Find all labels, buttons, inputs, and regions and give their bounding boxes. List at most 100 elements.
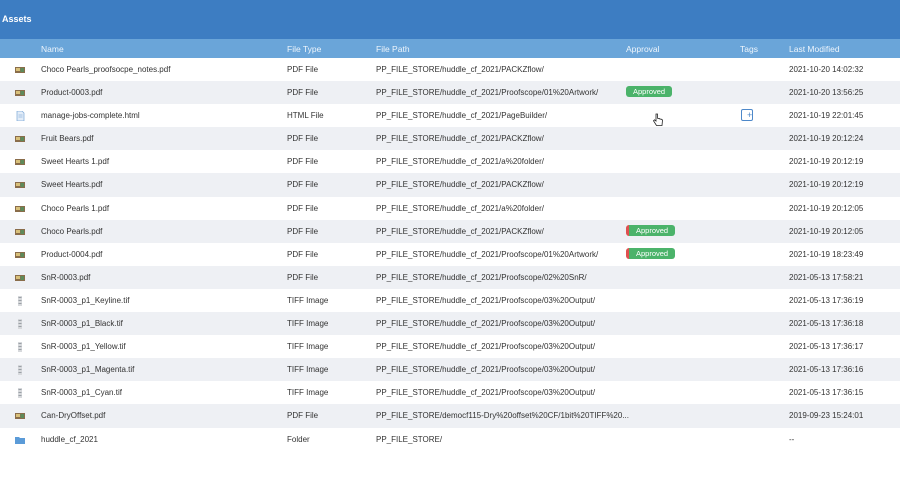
asset-name[interactable]: Choco Pearls.pdf bbox=[41, 227, 102, 236]
asset-name[interactable]: manage-jobs-complete.html bbox=[41, 111, 140, 120]
table-row[interactable]: SnR-0003.pdf PDF File PP_FILE_STORE/huddle… bbox=[0, 265, 900, 289]
asset-file-type: PDF File bbox=[287, 65, 319, 74]
table-row[interactable]: Product-0003.pdf PDF File PP_FILE_STORE/hu… bbox=[0, 81, 900, 105]
asset-name[interactable]: SnR-0003.pdf bbox=[41, 273, 90, 282]
column-header-tags[interactable]: Tags bbox=[740, 44, 758, 54]
asset-name[interactable]: Product-0003.pdf bbox=[41, 88, 102, 97]
asset-file-path: PP_FILE_STORE/huddle_cf_2021/PACKZflow/ bbox=[376, 134, 544, 144]
asset-name[interactable]: huddle_cf_2021 bbox=[41, 435, 98, 444]
asset-last-modified: 2021-05-13 17:36:18 bbox=[789, 319, 864, 329]
asset-file-path: PP_FILE_STORE/huddle_cf_2021/PACKZflow/ bbox=[376, 180, 544, 190]
column-header-name[interactable]: Name bbox=[41, 44, 64, 54]
asset-file-type: PDF File bbox=[287, 272, 319, 282]
plus-icon: + bbox=[747, 110, 753, 121]
asset-name[interactable]: SnR-0003_p1_Magenta.tif bbox=[41, 365, 134, 374]
asset-last-modified: 2021-10-19 20:12:19 bbox=[789, 180, 864, 190]
asset-file-path: PP_FILE_STORE/huddle_cf_2021/Proofscope/… bbox=[376, 388, 596, 398]
asset-file-type: PDF File bbox=[287, 157, 319, 167]
folder-icon bbox=[15, 435, 25, 445]
pdf-thumbnail-icon bbox=[15, 157, 25, 167]
add-tag-button[interactable]: + bbox=[741, 109, 753, 122]
asset-name[interactable]: Choco Pearls_proofsocpe_notes.pdf bbox=[41, 65, 170, 74]
asset-file-path: PP_FILE_STORE/huddle_cf_2021/PageBuilder… bbox=[376, 111, 548, 121]
tiff-thumbnail-icon bbox=[15, 365, 25, 376]
asset-name[interactable]: SnR-0003_p1_Cyan.tif bbox=[41, 388, 122, 397]
table-row[interactable]: SnR-0003_p1_Cyan.tif TIFF Image PP_FILE_ST… bbox=[0, 381, 900, 404]
asset-last-modified: 2021-10-19 18:23:49 bbox=[789, 249, 864, 259]
asset-file-path: PP_FILE_STORE/huddle_cf_2021/PACKZflow/ bbox=[376, 65, 544, 74]
approval-status-badge: Approved bbox=[626, 224, 676, 236]
asset-file-type: TIFF Image bbox=[287, 295, 329, 305]
asset-file-type: PDF File bbox=[287, 180, 319, 190]
asset-name[interactable]: SnR-0003_p1_Keyline.tif bbox=[41, 296, 130, 305]
table-row[interactable]: SnR-0003_p1_Yellow.tif TIFF Image PP_FILE_… bbox=[0, 335, 900, 358]
table-row[interactable]: SnR-0003_p1_Keyline.tif TIFF Image PP_FILE… bbox=[0, 289, 900, 312]
pdf-thumbnail-icon bbox=[15, 204, 25, 214]
pdf-thumbnail-icon bbox=[15, 88, 25, 98]
column-header-approval[interactable]: Approval bbox=[626, 44, 660, 54]
asset-file-type: PDF File bbox=[287, 226, 319, 236]
asset-name[interactable]: Product-0004.pdf bbox=[41, 250, 102, 259]
table-row[interactable]: huddle_cf_2021 Folder PP_FILE_STORE/ -- bbox=[0, 428, 900, 451]
table-row[interactable]: manage-jobs-complete.html HTML File PP_FIL… bbox=[0, 104, 900, 127]
asset-file-path: PP_FILE_STORE/democf115-Dry%20offset%20C… bbox=[376, 411, 629, 421]
asset-file-type: PDF File bbox=[287, 134, 319, 144]
asset-file-path: PP_FILE_STORE/huddle_cf_2021/a%20folder/ bbox=[376, 157, 544, 167]
asset-name[interactable]: Can-DryOffset.pdf bbox=[41, 411, 105, 420]
asset-file-path: PP_FILE_STORE/huddle_cf_2021/Proofscope/… bbox=[376, 249, 599, 259]
column-header-last-modified[interactable]: Last Modified bbox=[789, 44, 840, 54]
asset-file-type: PDF File bbox=[287, 411, 319, 421]
table-row[interactable]: Can-DryOffset.pdf PDF File PP_FILE_STORE/d… bbox=[0, 404, 900, 428]
asset-name[interactable]: SnR-0003_p1_Yellow.tif bbox=[41, 342, 126, 351]
asset-last-modified: 2021-10-20 13:56:25 bbox=[789, 88, 864, 98]
asset-file-type: TIFF Image bbox=[287, 365, 329, 375]
asset-last-modified: 2021-05-13 17:36:17 bbox=[789, 342, 864, 352]
table-row[interactable]: Sweet Hearts.pdf PDF File PP_FILE_STORE/hu… bbox=[0, 173, 900, 197]
asset-name[interactable]: Choco Pearls 1.pdf bbox=[41, 204, 109, 213]
approval-status-badge: Approved bbox=[626, 86, 673, 98]
asset-file-path: PP_FILE_STORE/huddle_cf_2021/a%20folder/ bbox=[376, 203, 544, 213]
asset-last-modified: 2019-09-23 15:24:01 bbox=[789, 411, 864, 421]
asset-last-modified: 2021-10-19 20:12:19 bbox=[789, 157, 864, 167]
asset-file-type: TIFF Image bbox=[287, 342, 329, 352]
asset-name[interactable]: Fruit Bears.pdf bbox=[41, 134, 93, 143]
pdf-thumbnail-icon bbox=[15, 134, 25, 144]
tiff-thumbnail-icon bbox=[15, 388, 25, 399]
asset-last-modified: 2021-10-20 14:02:32 bbox=[789, 65, 864, 74]
table-row[interactable]: SnR-0003_p1_Magenta.tif TIFF Image PP_FILE… bbox=[0, 358, 900, 382]
asset-file-path: PP_FILE_STORE/huddle_cf_2021/Proofscope/… bbox=[376, 319, 596, 329]
page-title: Assets bbox=[2, 14, 32, 24]
asset-file-path: PP_FILE_STORE/huddle_cf_2021/Proofscope/… bbox=[376, 88, 599, 98]
asset-last-modified: 2021-05-13 17:58:21 bbox=[789, 272, 864, 282]
tiff-thumbnail-icon bbox=[15, 295, 25, 306]
column-header-file-path[interactable]: File Path bbox=[376, 44, 410, 54]
pdf-thumbnail-icon bbox=[15, 250, 25, 260]
asset-file-path: PP_FILE_STORE/huddle_cf_2021/Proofscope/… bbox=[376, 365, 596, 375]
asset-last-modified: 2021-05-13 17:36:15 bbox=[789, 388, 864, 398]
table-row[interactable]: Fruit Bears.pdf PDF File PP_FILE_STORE/hud… bbox=[0, 127, 900, 151]
table-header: Name File Type File Path Approval Tags L… bbox=[0, 39, 900, 58]
asset-last-modified: 2021-10-19 20:12:05 bbox=[789, 203, 864, 213]
asset-name[interactable]: SnR-0003_p1_Black.tif bbox=[41, 319, 123, 328]
asset-file-type: PDF File bbox=[287, 88, 319, 98]
tiff-thumbnail-icon bbox=[15, 342, 25, 353]
asset-name[interactable]: Sweet Hearts.pdf bbox=[41, 180, 102, 189]
asset-file-type: PDF File bbox=[287, 249, 319, 259]
pdf-thumbnail-icon bbox=[15, 65, 25, 75]
asset-name[interactable]: Sweet Hearts 1.pdf bbox=[41, 157, 109, 166]
table-row[interactable]: Choco Pearls_proofsocpe_notes.pdf PDF Fil… bbox=[0, 58, 900, 81]
asset-last-modified: -- bbox=[789, 434, 795, 444]
table-row[interactable]: Sweet Hearts 1.pdf PDF File PP_FILE_STORE/… bbox=[0, 150, 900, 173]
pdf-thumbnail-icon bbox=[15, 180, 25, 190]
asset-last-modified: 2021-05-13 17:36:16 bbox=[789, 365, 864, 375]
table-row[interactable]: Choco Pearls 1.pdf PDF File PP_FILE_STORE/… bbox=[0, 197, 900, 220]
table-row[interactable]: Product-0004.pdf PDF File PP_FILE_STORE/hu… bbox=[0, 243, 900, 266]
asset-last-modified: 2021-10-19 20:12:05 bbox=[789, 226, 864, 236]
pdf-thumbnail-icon bbox=[15, 227, 25, 237]
table-row[interactable]: SnR-0003_p1_Black.tif TIFF Image PP_FILE_S… bbox=[0, 312, 900, 336]
asset-file-path: PP_FILE_STORE/huddle_cf_2021/Proofscope/… bbox=[376, 295, 596, 305]
asset-last-modified: 2021-10-19 22:01:45 bbox=[789, 111, 864, 121]
table-row[interactable]: Choco Pearls.pdf PDF File PP_FILE_STORE/hu… bbox=[0, 219, 900, 243]
column-header-file-type[interactable]: File Type bbox=[287, 44, 321, 54]
asset-file-type: TIFF Image bbox=[287, 388, 329, 398]
